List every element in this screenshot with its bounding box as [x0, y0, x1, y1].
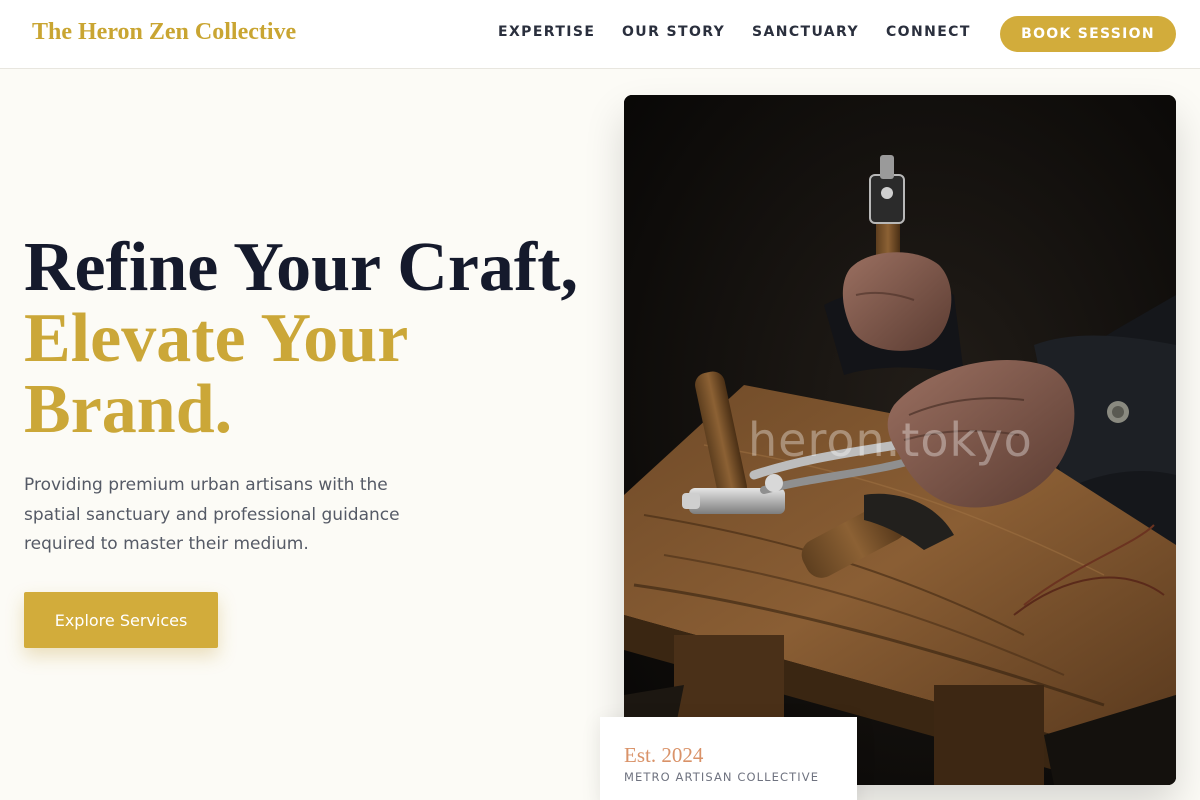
explore-services-button[interactable]: Explore Services	[24, 592, 218, 648]
established-year: Est. 2024	[624, 743, 704, 767]
nav-link-our-story[interactable]: OUR STORY	[622, 24, 725, 40]
collective-subtitle: METRO ARTISAN COLLECTIVE	[624, 770, 820, 784]
hero-subtext: Providing premium urban artisans with th…	[24, 475, 400, 554]
site-header: The Heron Zen Collective EXPERTISE OUR S…	[0, 0, 1200, 69]
site-logo[interactable]: The Heron Zen Collective	[32, 19, 296, 46]
nav-link-expertise[interactable]: EXPERTISE	[498, 24, 595, 40]
established-card: Est. 2024 METRO ARTISAN COLLECTIVE	[600, 717, 857, 800]
book-session-button[interactable]: BOOK SESSION	[1000, 16, 1176, 52]
hero-image: heron.tokyo	[624, 95, 1176, 785]
headline-line: Refine Your Craft,	[24, 229, 579, 306]
image-watermark: heron.tokyo	[748, 413, 1033, 467]
hero-headline: Refine Your Craft, Elevate Your Brand.	[24, 232, 578, 445]
nav-link-connect[interactable]: CONNECT	[886, 24, 971, 40]
headline-accent-line: Elevate Your	[24, 300, 409, 377]
headline-accent-line: Brand.	[24, 371, 233, 448]
nav-link-sanctuary[interactable]: SANCTUARY	[752, 24, 859, 40]
